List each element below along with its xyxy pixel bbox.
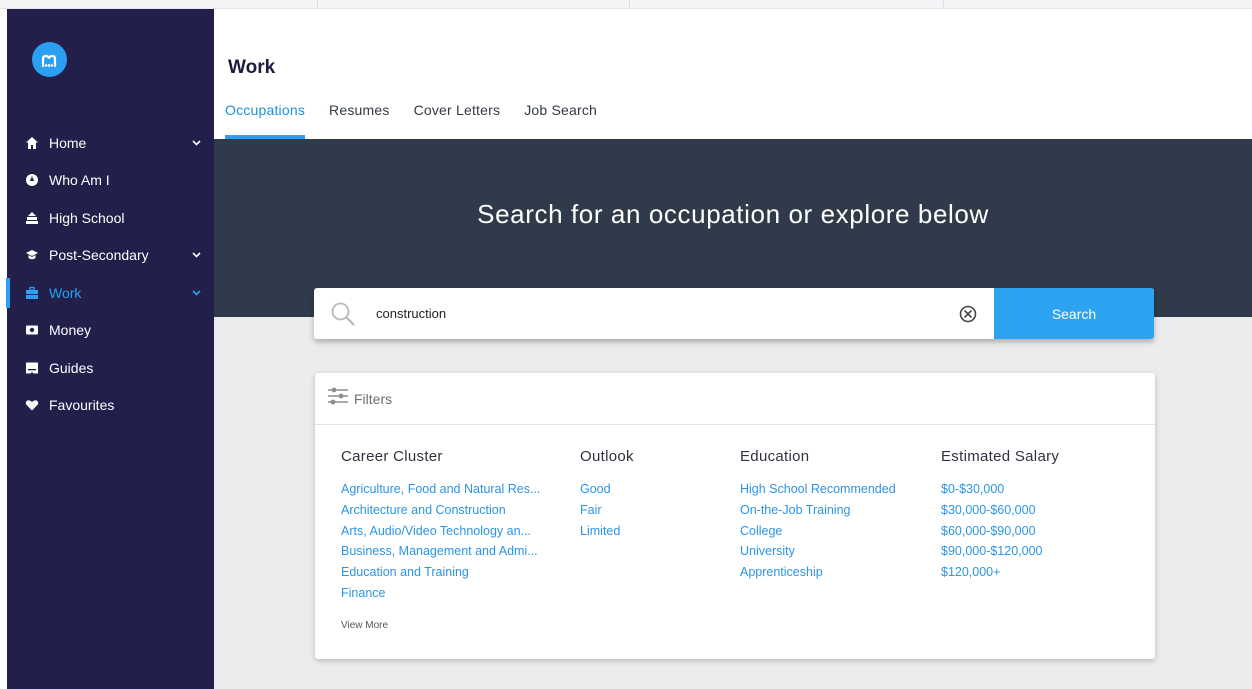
compass-icon	[25, 173, 39, 187]
school-icon	[25, 211, 39, 225]
home-icon	[25, 136, 39, 150]
chevron-down-icon[interactable]	[191, 138, 201, 148]
filter-option[interactable]: Apprenticeship	[740, 562, 896, 583]
sidebar-item-home[interactable]: Home	[7, 124, 214, 162]
book-icon	[25, 361, 39, 375]
tab-occupations[interactable]: Occupations	[225, 102, 306, 139]
filter-column-title: Education	[740, 448, 810, 465]
sidebar-item-money[interactable]: Money	[7, 312, 214, 350]
page-title: Work	[228, 57, 276, 78]
filter-column-title: Outlook	[580, 448, 634, 465]
app-logo[interactable]	[32, 42, 67, 77]
browser-top-strip	[0, 0, 1252, 9]
main-content: Work Occupations Resumes Cover Letters J…	[214, 9, 1252, 689]
clear-search-icon[interactable]	[959, 305, 977, 323]
search-input[interactable]	[376, 288, 946, 339]
sidebar-item-work[interactable]: Work	[6, 274, 214, 312]
sidebar-item-label: Favourites	[49, 397, 115, 414]
filter-sliders-icon	[327, 386, 349, 411]
money-icon	[25, 323, 39, 337]
page-header: Work Occupations Resumes Cover Letters J…	[214, 9, 1252, 139]
filter-option[interactable]: $30,000-$60,000	[941, 500, 1059, 521]
heart-icon	[25, 398, 39, 412]
sidebar-item-label: High School	[49, 209, 125, 226]
filter-option[interactable]: University	[740, 541, 896, 562]
strip-segment	[0, 0, 318, 9]
view-more-link[interactable]: View More	[341, 620, 388, 631]
sidebar-item-favourites[interactable]: Favourites	[7, 387, 214, 425]
briefcase-icon	[25, 286, 39, 300]
filter-option[interactable]: Limited	[580, 521, 634, 542]
filter-column-education: Education High School Recommended On-the…	[740, 448, 896, 583]
tab-bar: Occupations Resumes Cover Letters Job Se…	[225, 102, 621, 139]
filter-column-title: Estimated Salary	[941, 448, 1060, 465]
filter-option[interactable]: Fair	[580, 500, 634, 521]
sidebar: Home Who Am I High School Post-Secondary…	[6, 9, 214, 689]
filter-option[interactable]: $120,000+	[941, 562, 1059, 583]
filters-header[interactable]: Filters	[315, 373, 1155, 425]
filters-panel: Filters Career Cluster Agriculture, Food…	[315, 373, 1155, 659]
hero-title: Search for an occupation or explore belo…	[477, 199, 989, 229]
filter-option[interactable]: Finance	[341, 583, 540, 604]
tab-job-search[interactable]: Job Search	[524, 102, 597, 139]
search-icon	[330, 301, 356, 332]
filter-option[interactable]: $60,000-$90,000	[941, 521, 1059, 542]
filter-option[interactable]: Education and Training	[341, 562, 540, 583]
sidebar-item-guides[interactable]: Guides	[7, 349, 214, 387]
search-button[interactable]: Search	[994, 288, 1154, 339]
filter-option[interactable]: Arts, Audio/Video Technology an...	[341, 521, 540, 542]
graduation-cap-icon	[25, 248, 39, 262]
filter-option[interactable]: $0-$30,000	[941, 479, 1059, 500]
filter-option[interactable]: Business, Management and Admi...	[341, 541, 540, 562]
sidebar-item-high-school[interactable]: High School	[7, 199, 214, 237]
tab-resumes[interactable]: Resumes	[329, 102, 390, 139]
filters-label: Filters	[354, 390, 393, 407]
sidebar-item-label: Guides	[49, 359, 94, 376]
search-bar: Search	[314, 288, 1154, 339]
sidebar-item-label: Work	[49, 284, 82, 301]
chevron-down-icon[interactable]	[191, 288, 201, 298]
sidebar-item-label: Home	[49, 134, 87, 151]
logo-icon	[41, 54, 56, 67]
sidebar-item-who-am-i[interactable]: Who Am I	[7, 162, 214, 200]
strip-segment	[318, 0, 630, 9]
filter-option[interactable]: $90,000-$120,000	[941, 541, 1059, 562]
sidebar-item-label: Money	[49, 322, 92, 339]
filter-option[interactable]: Architecture and Construction	[341, 500, 540, 521]
tab-cover-letters[interactable]: Cover Letters	[414, 102, 501, 139]
filter-option[interactable]: Good	[580, 479, 634, 500]
filter-option[interactable]: Agriculture, Food and Natural Res...	[341, 479, 540, 500]
sidebar-item-post-secondary[interactable]: Post-Secondary	[7, 237, 214, 275]
chevron-down-icon[interactable]	[191, 250, 201, 260]
filter-column-title: Career Cluster	[341, 448, 443, 465]
strip-segment	[630, 0, 944, 9]
sidebar-item-label: Post-Secondary	[49, 247, 149, 264]
filter-column-career-cluster: Career Cluster Agriculture, Food and Nat…	[341, 448, 540, 604]
filter-column-estimated-salary: Estimated Salary $0-$30,000 $30,000-$60,…	[941, 448, 1059, 583]
filter-option[interactable]: College	[740, 521, 896, 542]
sidebar-item-label: Who Am I	[49, 172, 110, 189]
filter-option[interactable]: On-the-Job Training	[740, 500, 896, 521]
filter-option[interactable]: High School Recommended	[740, 479, 896, 500]
sidebar-nav: Home Who Am I High School Post-Secondary…	[6, 124, 214, 425]
filter-column-outlook: Outlook Good Fair Limited	[580, 448, 634, 541]
